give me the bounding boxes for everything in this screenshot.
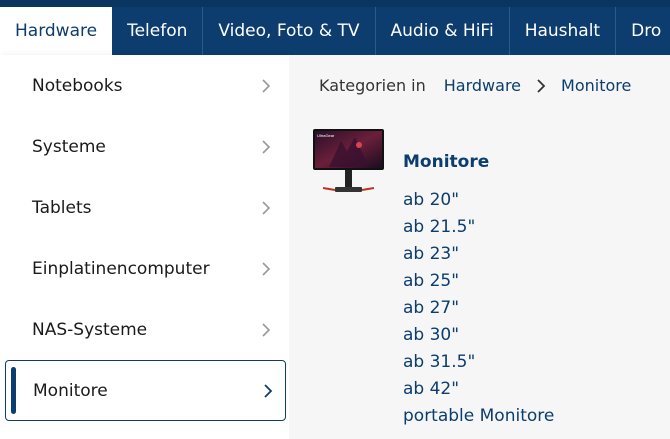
- sidebar-item-monitore[interactable]: Monitore: [5, 360, 286, 421]
- thumbnail-brand-logo: UltraGear: [317, 133, 335, 138]
- active-indicator-bar: [11, 367, 16, 414]
- subcategory-link-list: ab 20" ab 21.5" ab 23" ab 25" ab 27" ab …: [403, 190, 554, 433]
- chevron-right-icon: [262, 200, 271, 215]
- subcategory-link[interactable]: portable Monitore: [403, 406, 554, 433]
- topnav-item-hardware[interactable]: Hardware: [0, 7, 113, 55]
- sidebar-item-label: Systeme: [32, 136, 106, 157]
- subcategory-link[interactable]: ab 30": [403, 325, 554, 352]
- subcategory-link[interactable]: ab 25": [403, 271, 554, 298]
- topnav-item-telefon[interactable]: Telefon: [112, 7, 204, 55]
- category-content: Kategorien in Hardware Monitore UltraGea…: [289, 55, 670, 439]
- chevron-right-icon: [262, 78, 271, 93]
- sidebar-item-label: Tablets: [32, 197, 92, 218]
- sidebar-item-notebooks[interactable]: Notebooks: [0, 55, 289, 116]
- breadcrumb: Kategorien in Hardware Monitore: [319, 76, 631, 95]
- category-title-link[interactable]: Monitore: [403, 152, 489, 172]
- chevron-right-icon: [537, 78, 546, 93]
- subcategory-link[interactable]: ab 31.5": [403, 352, 554, 379]
- breadcrumb-link-hardware[interactable]: Hardware: [444, 76, 521, 95]
- topnav-item-audio-hifi[interactable]: Audio & HiFi: [376, 7, 510, 55]
- subcategory-link[interactable]: ab 21.5": [403, 217, 554, 244]
- sidebar-item-label: Einplatinencomputer: [32, 258, 210, 279]
- monitor-thumbnail[interactable]: UltraGear: [311, 127, 386, 199]
- subcategory-link[interactable]: ab 20": [403, 190, 554, 217]
- sidebar-item-einplatinencomputer[interactable]: Einplatinencomputer: [0, 238, 289, 299]
- sidebar-item-systeme[interactable]: Systeme: [0, 116, 289, 177]
- sidebar-item-label: Notebooks: [32, 75, 123, 96]
- category-sidebar: Notebooks Systeme Tablets Einplatinencom…: [0, 55, 289, 439]
- breadcrumb-prefix: Kategorien in: [319, 76, 426, 95]
- sidebar-item-label: Monitore: [33, 380, 108, 401]
- chevron-right-icon: [262, 139, 271, 154]
- breadcrumb-link-monitore[interactable]: Monitore: [561, 76, 631, 95]
- chevron-right-icon: [262, 322, 271, 337]
- chevron-right-icon: [264, 383, 273, 398]
- subcategory-link[interactable]: ab 23": [403, 244, 554, 271]
- sidebar-item-tablets[interactable]: Tablets: [0, 177, 289, 238]
- subcategory-link[interactable]: ab 27": [403, 298, 554, 325]
- topnav-item-haushalt[interactable]: Haushalt: [510, 7, 617, 55]
- top-navigation: Hardware Telefon Video, Foto & TV Audio …: [0, 0, 670, 55]
- topnav-item-video-foto-tv[interactable]: Video, Foto & TV: [203, 7, 376, 55]
- sidebar-item-label: NAS-Systeme: [32, 319, 148, 340]
- topnav-item-drohnen-truncated[interactable]: Dro: [616, 7, 670, 55]
- sidebar-item-nas-systeme[interactable]: NAS-Systeme: [0, 299, 289, 360]
- chevron-right-icon: [262, 261, 271, 276]
- subcategory-link[interactable]: ab 42": [403, 379, 554, 406]
